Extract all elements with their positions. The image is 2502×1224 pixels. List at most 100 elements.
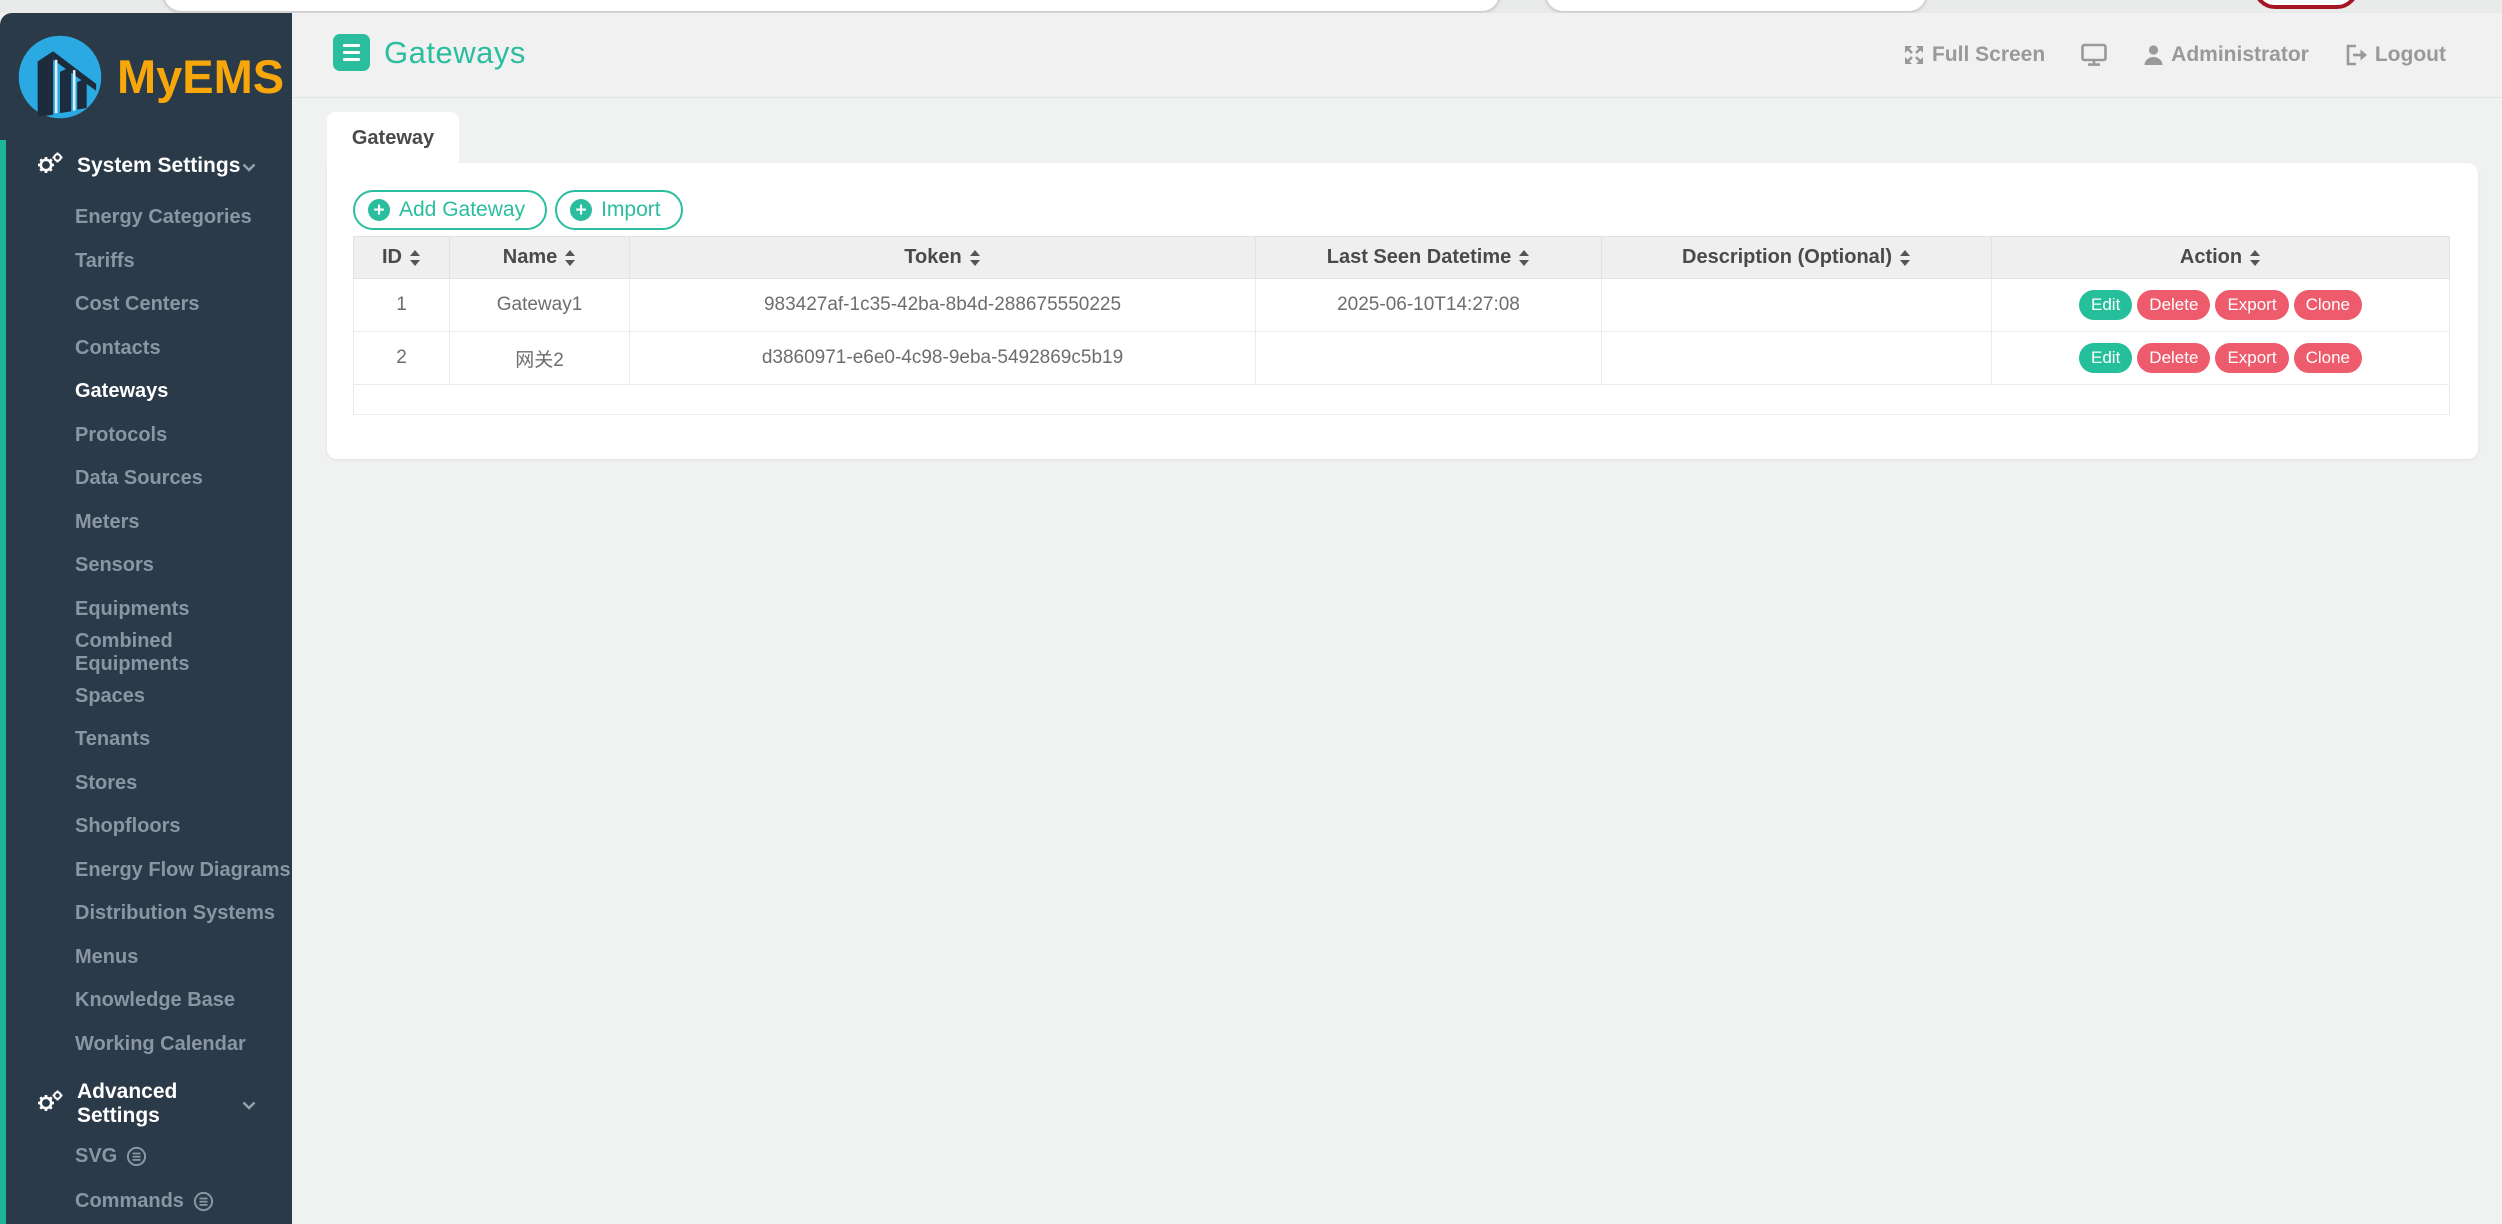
tab-gateway[interactable]: Gateway: [327, 112, 459, 164]
empty-cell: [354, 385, 2450, 415]
brand-name: MyEMS: [117, 49, 284, 104]
hamburger-icon: [343, 44, 360, 47]
sidebar-item-spaces[interactable]: Spaces: [0, 675, 292, 719]
delete-button[interactable]: Delete: [2137, 290, 2210, 320]
cell-token: 983427af-1c35-42ba-8b4d-288675550225: [630, 279, 1256, 332]
sidebar-item-tenants[interactable]: Tenants: [0, 718, 292, 762]
circled-list-icon: [193, 1191, 214, 1212]
sidebar-item-stores[interactable]: Stores: [0, 762, 292, 806]
toolbar: Add Gateway Import: [353, 190, 683, 230]
app-header: Gateways Full Screen: [0, 13, 2502, 98]
plus-circle-icon: [570, 199, 592, 221]
sidebar-item-working-calendar[interactable]: Working Calendar: [0, 1023, 292, 1067]
clone-button[interactable]: Clone: [2294, 343, 2362, 373]
sort-icon: [565, 250, 576, 266]
sidebar-item-svg[interactable]: SVG: [0, 1134, 292, 1179]
cell-actions: Edit Delete Export Clone: [1992, 332, 2450, 385]
expand-icon: [1903, 44, 1925, 66]
sidebar-item-tariffs[interactable]: Tariffs: [0, 240, 292, 284]
top-overlay-red-pill[interactable]: [2253, 0, 2359, 9]
sort-icon: [1900, 250, 1911, 266]
column-header-last-seen[interactable]: Last Seen Datetime: [1256, 237, 1602, 279]
sidebar-toggle-button[interactable]: [333, 34, 370, 71]
sidebar-item-commands[interactable]: Commands: [0, 1179, 292, 1224]
top-overlay-input-small[interactable]: [1545, 0, 1927, 12]
sort-icon: [1519, 250, 1530, 266]
monitor-icon: [2081, 43, 2107, 67]
cell-id: 1: [354, 279, 450, 332]
sidebar-scrollbar[interactable]: [0, 140, 6, 1224]
sidebar-item-menus[interactable]: Menus: [0, 936, 292, 980]
table-empty-row: [354, 385, 2450, 415]
column-header-action[interactable]: Action: [1992, 237, 2450, 279]
cell-description: [1602, 332, 1992, 385]
add-gateway-button[interactable]: Add Gateway: [353, 190, 547, 230]
myems-logo-icon: [17, 34, 103, 120]
column-header-token[interactable]: Token: [630, 237, 1256, 279]
table-header-row: ID Name Token Last Seen Datetime Descrip…: [354, 237, 2450, 279]
plus-circle-icon: [368, 199, 390, 221]
gateways-table: ID Name Token Last Seen Datetime Descrip…: [353, 236, 2450, 415]
cell-name: Gateway1: [450, 279, 630, 332]
sidebar-item-cost-centers[interactable]: Cost Centers: [0, 283, 292, 327]
chevron-down-icon: [242, 154, 256, 178]
user-menu[interactable]: Administrator: [2143, 43, 2309, 67]
top-overlay-input-large[interactable]: [163, 0, 1500, 12]
sidebar-item-distribution-systems[interactable]: Distribution Systems: [0, 892, 292, 936]
gears-icon: [36, 1090, 63, 1119]
delete-button[interactable]: Delete: [2137, 343, 2210, 373]
nav-list-advanced: SVG Commands: [0, 1134, 292, 1224]
sidebar-item-label: SVG: [75, 1145, 117, 1168]
sign-out-icon: [2345, 44, 2368, 66]
column-header-name[interactable]: Name: [450, 237, 630, 279]
cell-actions: Edit Delete Export Clone: [1992, 279, 2450, 332]
edit-button[interactable]: Edit: [2079, 290, 2132, 320]
cell-name: 网关2: [450, 332, 630, 385]
add-gateway-label: Add Gateway: [399, 198, 525, 222]
sidebar-item-knowledge-base[interactable]: Knowledge Base: [0, 979, 292, 1023]
table-row: 1 Gateway1 983427af-1c35-42ba-8b4d-28867…: [354, 279, 2450, 332]
sidebar-item-meters[interactable]: Meters: [0, 501, 292, 545]
sidebar-item-contacts[interactable]: Contacts: [0, 327, 292, 371]
gears-icon: [36, 152, 63, 181]
sort-icon: [410, 250, 421, 266]
cell-description: [1602, 279, 1992, 332]
sidebar-item-label: Commands: [75, 1190, 184, 1213]
sidebar: MyEMS System Settings: [0, 13, 292, 1224]
sidebar-item-gateways[interactable]: Gateways: [0, 370, 292, 414]
page-title: Gateways: [384, 37, 526, 69]
sidebar-item-protocols[interactable]: Protocols: [0, 414, 292, 458]
nav-section-system-settings[interactable]: System Settings: [0, 144, 292, 188]
brand-logo[interactable]: MyEMS: [0, 13, 292, 140]
full-screen-button[interactable]: Full Screen: [1903, 43, 2045, 67]
sidebar-item-shopfloors[interactable]: Shopfloors: [0, 805, 292, 849]
cell-last-seen: [1256, 332, 1602, 385]
display-mode-button[interactable]: [2081, 43, 2107, 67]
full-screen-label: Full Screen: [1932, 43, 2045, 67]
sidebar-item-sensors[interactable]: Sensors: [0, 544, 292, 588]
logout-button[interactable]: Logout: [2345, 43, 2446, 67]
chevron-down-icon: [242, 1092, 256, 1116]
sidebar-item-energy-flow-diagrams[interactable]: Energy Flow Diagrams: [0, 849, 292, 893]
sidebar-item-equipments[interactable]: Equipments: [0, 588, 292, 632]
logout-label: Logout: [2375, 43, 2446, 67]
column-header-description[interactable]: Description (Optional): [1602, 237, 1992, 279]
nav-section-advanced-settings[interactable]: Advanced Settings: [0, 1082, 292, 1126]
import-button[interactable]: Import: [555, 190, 683, 230]
sidebar-item-combined-equipments[interactable]: Combined Equipments: [0, 631, 292, 675]
nav-section-label: Advanced Settings: [77, 1080, 242, 1128]
cell-id: 2: [354, 332, 450, 385]
clone-button[interactable]: Clone: [2294, 290, 2362, 320]
sidebar-item-data-sources[interactable]: Data Sources: [0, 457, 292, 501]
column-header-id[interactable]: ID: [354, 237, 450, 279]
user-icon: [2143, 44, 2164, 66]
sort-icon: [970, 250, 981, 266]
nav-list-system: Energy Categories Tariffs Cost Centers C…: [0, 196, 292, 1066]
sidebar-item-energy-categories[interactable]: Energy Categories: [0, 196, 292, 240]
export-button[interactable]: Export: [2215, 343, 2288, 373]
edit-button[interactable]: Edit: [2079, 343, 2132, 373]
nav-section-label: System Settings: [77, 154, 240, 178]
import-label: Import: [601, 198, 661, 222]
sort-icon: [2250, 250, 2261, 266]
export-button[interactable]: Export: [2215, 290, 2288, 320]
